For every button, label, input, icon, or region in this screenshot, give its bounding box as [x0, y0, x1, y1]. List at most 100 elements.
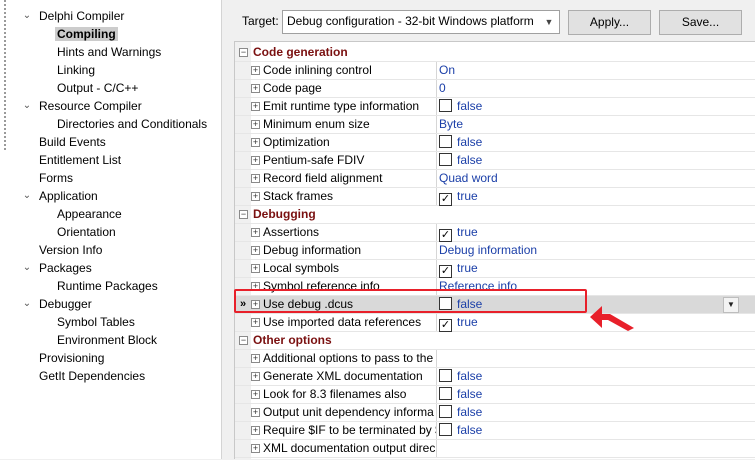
checkbox-unchecked[interactable] — [439, 387, 452, 400]
collapse-icon[interactable]: ⌄ — [22, 259, 32, 277]
property-value[interactable]: Reference info — [439, 278, 517, 295]
expand-icon[interactable]: + — [251, 228, 260, 237]
checkbox-unchecked[interactable] — [439, 153, 452, 166]
expand-icon[interactable]: + — [251, 300, 260, 309]
tree-item[interactable]: Entitlement List — [37, 151, 123, 169]
tree-item[interactable]: Provisioning — [37, 349, 106, 367]
property-row-selected[interactable]: » + Use debug .dcus false ▼ — [235, 296, 755, 314]
category-row[interactable]: − Other options — [235, 332, 755, 350]
property-value[interactable]: false — [439, 134, 482, 151]
checkbox-checked[interactable]: ✓ — [439, 319, 452, 332]
tree-item[interactable]: Resource Compiler — [37, 97, 144, 115]
property-value[interactable]: ✓ true — [439, 224, 478, 242]
property-row[interactable]: + Minimum enum size Byte — [235, 116, 755, 134]
expand-icon[interactable]: + — [251, 390, 260, 399]
expand-icon[interactable]: + — [251, 84, 260, 93]
property-row[interactable]: + Additional options to pass to the — [235, 350, 755, 368]
property-row[interactable]: + Record field alignment Quad word — [235, 170, 755, 188]
property-row[interactable]: + Code page 0 — [235, 80, 755, 98]
property-value[interactable]: 0 — [439, 80, 446, 97]
property-value[interactable]: false — [439, 152, 482, 169]
tree-item[interactable]: Debugger — [37, 295, 94, 313]
expand-icon[interactable]: + — [251, 156, 260, 165]
checkbox-unchecked[interactable] — [439, 369, 452, 382]
property-row[interactable]: + Symbol reference info Reference info — [235, 278, 755, 296]
property-row[interactable]: + Generate XML documentation false — [235, 368, 755, 386]
tree-item[interactable]: Compiling — [55, 25, 118, 43]
property-row[interactable]: + Pentium-safe FDIV false — [235, 152, 755, 170]
tree-item[interactable]: Linking — [55, 61, 97, 79]
tree-item[interactable]: Delphi Compiler — [37, 7, 126, 25]
property-row[interactable]: + Output unit dependency informa false — [235, 404, 755, 422]
tree-item[interactable]: Symbol Tables — [55, 313, 137, 331]
property-row[interactable]: + Use imported data references ✓ true — [235, 314, 755, 332]
property-value[interactable]: false — [439, 386, 482, 403]
property-row[interactable]: + Stack frames ✓ true — [235, 188, 755, 206]
expand-icon[interactable]: + — [251, 264, 260, 273]
expand-icon[interactable]: + — [251, 318, 260, 327]
collapse-icon[interactable]: − — [239, 48, 248, 57]
property-value[interactable]: false — [439, 368, 482, 385]
property-value[interactable]: Byte — [439, 116, 463, 133]
checkbox-unchecked[interactable] — [439, 423, 452, 436]
expand-icon[interactable]: + — [251, 66, 260, 75]
checkbox-unchecked[interactable] — [439, 297, 452, 310]
property-row[interactable]: + Require $IF to be terminated by $ false — [235, 422, 755, 440]
property-row[interactable]: + Code inlining control On — [235, 62, 755, 80]
expand-icon[interactable]: + — [251, 174, 260, 183]
expand-icon[interactable]: + — [251, 372, 260, 381]
expand-icon[interactable]: + — [251, 282, 260, 291]
expand-icon[interactable]: + — [251, 354, 260, 363]
category-row[interactable]: − Code generation — [235, 44, 755, 62]
property-value[interactable]: ✓ true — [439, 314, 478, 332]
collapse-icon[interactable]: ⌄ — [22, 295, 32, 313]
tree-item[interactable]: Environment Block — [55, 331, 159, 349]
property-value[interactable]: Quad word — [439, 170, 498, 187]
property-value[interactable]: ✓ true — [439, 188, 478, 206]
property-row[interactable]: + Look for 8.3 filenames also false — [235, 386, 755, 404]
property-value[interactable]: Debug information — [439, 242, 537, 259]
tree-item[interactable]: Application — [37, 187, 100, 205]
property-value[interactable]: false — [439, 98, 482, 115]
property-value[interactable]: On — [439, 62, 455, 79]
chevron-down-icon[interactable]: ▼ — [539, 11, 559, 33]
tree-item[interactable]: GetIt Dependencies — [37, 367, 147, 385]
collapse-icon[interactable]: − — [239, 336, 248, 345]
property-row[interactable]: + Debug information Debug information — [235, 242, 755, 260]
property-row[interactable]: + Emit runtime type information false — [235, 98, 755, 116]
chevron-down-icon[interactable]: ▼ — [723, 297, 739, 313]
expand-icon[interactable]: + — [251, 120, 260, 129]
tree-item[interactable]: Version Info — [37, 241, 104, 259]
tree-item[interactable]: Output - C/C++ — [55, 79, 140, 97]
property-value[interactable]: false — [439, 296, 482, 313]
collapse-icon[interactable]: − — [239, 210, 248, 219]
property-row[interactable]: + XML documentation output direc — [235, 440, 755, 458]
apply-button[interactable]: Apply... — [568, 10, 651, 35]
collapse-icon[interactable]: ⌄ — [22, 187, 32, 205]
tree-item[interactable]: Packages — [37, 259, 94, 277]
expand-icon[interactable]: + — [251, 192, 260, 201]
expand-icon[interactable]: + — [251, 138, 260, 147]
tree-item[interactable]: Build Events — [37, 133, 108, 151]
expand-icon[interactable]: + — [251, 408, 260, 417]
checkbox-checked[interactable]: ✓ — [439, 229, 452, 242]
collapse-icon[interactable]: ⌄ — [22, 97, 32, 115]
property-value[interactable]: false — [439, 404, 482, 421]
expand-icon[interactable]: + — [251, 102, 260, 111]
tree-item[interactable]: Hints and Warnings — [55, 43, 163, 61]
property-row[interactable]: + Assertions ✓ true — [235, 224, 755, 242]
checkbox-checked[interactable]: ✓ — [439, 193, 452, 206]
checkbox-unchecked[interactable] — [439, 99, 452, 112]
save-button[interactable]: Save... — [659, 10, 742, 35]
property-row[interactable]: + Local symbols ✓ true — [235, 260, 755, 278]
tree-item[interactable]: Forms — [37, 169, 75, 187]
collapse-icon[interactable]: ⌄ — [22, 7, 32, 25]
category-row[interactable]: − Debugging — [235, 206, 755, 224]
tree-item[interactable]: Runtime Packages — [55, 277, 160, 295]
checkbox-unchecked[interactable] — [439, 405, 452, 418]
tree-item[interactable]: Orientation — [55, 223, 118, 241]
tree-item[interactable]: Appearance — [55, 205, 124, 223]
property-value[interactable]: false — [439, 422, 482, 439]
property-value[interactable]: ✓ true — [439, 260, 478, 278]
expand-icon[interactable]: + — [251, 246, 260, 255]
